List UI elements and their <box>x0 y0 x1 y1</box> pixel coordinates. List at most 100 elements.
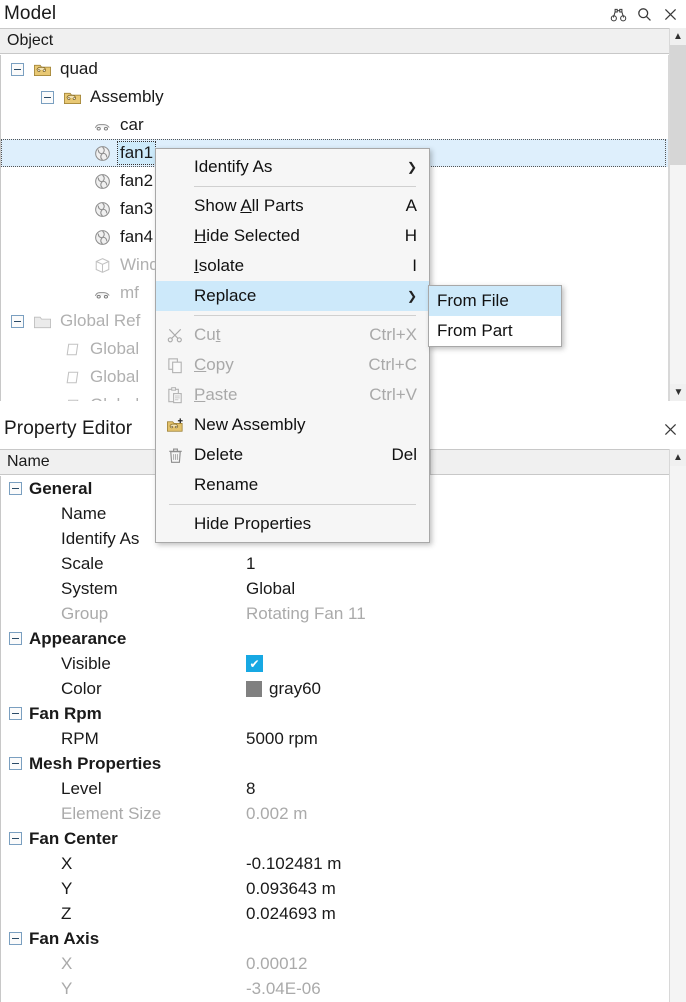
property-value-cell[interactable]: 0.00012 <box>246 954 307 974</box>
property-row[interactable]: X-0.102481 m <box>1 851 669 876</box>
model-tree-scrollbar[interactable]: ▲ ▼ <box>669 28 686 401</box>
menu-item-show-all-parts[interactable]: Show All PartsA <box>156 191 429 221</box>
property-value-cell[interactable]: Rotating Fan 11 <box>246 604 366 624</box>
close-icon[interactable] <box>662 421 679 438</box>
menu-item-rename[interactable]: Rename <box>156 470 429 500</box>
menu-item-delete[interactable]: DeleteDel <box>156 440 429 470</box>
property-value-cell[interactable]: -0.102481 m <box>246 854 341 874</box>
menu-item-hide-properties[interactable]: Hide Properties <box>156 509 429 539</box>
binoculars-icon[interactable] <box>610 6 627 23</box>
property-row[interactable]: Y-3.04E-06 <box>1 976 669 1001</box>
property-name-label: Scale <box>61 554 104 574</box>
tree-item[interactable]: Assembly <box>1 83 668 111</box>
replace-submenu[interactable]: From File From Part <box>428 285 562 347</box>
property-row[interactable]: Z0.024693 m <box>1 901 669 926</box>
menu-item-label: Show All Parts <box>194 196 382 216</box>
menu-item-copy[interactable]: CopyCtrl+C <box>156 350 429 380</box>
property-row[interactable]: Level8 <box>1 776 669 801</box>
collapse-toggle-icon[interactable] <box>9 632 22 645</box>
scroll-down-icon[interactable]: ▼ <box>670 384 686 401</box>
search-icon[interactable] <box>636 6 653 23</box>
chevron-right-icon: ❯ <box>387 289 417 303</box>
collapse-toggle-icon[interactable] <box>9 482 22 495</box>
property-row[interactable]: GroupRotating Fan 11 <box>1 601 669 626</box>
model-column-header: Object <box>0 28 686 54</box>
collapse-toggle-icon[interactable] <box>11 63 24 76</box>
menu-item-new-assembly[interactable]: New Assembly <box>156 410 429 440</box>
property-row[interactable]: Element Size0.002 m <box>1 801 669 826</box>
submenu-item-label: From File <box>437 291 549 311</box>
property-name-label: General <box>29 479 92 499</box>
tree-item[interactable]: quad <box>1 55 668 83</box>
visible-checkbox[interactable]: ✔ <box>246 655 263 672</box>
menu-separator <box>194 315 416 316</box>
scroll-up-icon[interactable]: ▲ <box>670 449 686 466</box>
submenu-item-from-file[interactable]: From File <box>429 286 561 316</box>
fan-icon <box>91 172 113 191</box>
menu-item-label: Replace <box>194 286 387 306</box>
expander-spacer <box>71 259 84 272</box>
tree-item-label: fan4 <box>118 226 155 248</box>
property-name-label: X <box>61 954 72 974</box>
collapse-toggle-icon[interactable] <box>9 832 22 845</box>
property-value-cell[interactable]: 1 <box>246 554 255 574</box>
menu-item-isolate[interactable]: IsolateI <box>156 251 429 281</box>
model-tree-scroll-thumb[interactable] <box>670 45 686 165</box>
menu-item-accelerator: A <box>382 196 417 216</box>
property-grid-scrollbar[interactable]: ▲ <box>669 449 686 1002</box>
context-menu[interactable]: Identify As❯Show All PartsAHide Selected… <box>155 148 430 543</box>
assembly-folder-icon <box>61 88 83 107</box>
property-group-row[interactable]: Fan Center <box>1 826 669 851</box>
property-group-row[interactable]: Appearance <box>1 626 669 651</box>
menu-item-hide-selected[interactable]: Hide SelectedH <box>156 221 429 251</box>
menu-item-label: New Assembly <box>194 415 417 435</box>
property-row[interactable]: Scale 1 <box>1 551 669 576</box>
property-value-cell[interactable]: 0.093643 m <box>246 879 336 899</box>
property-column-divider[interactable] <box>430 450 431 474</box>
expander-spacer <box>71 231 84 244</box>
menu-item-accelerator: Ctrl+X <box>345 325 417 345</box>
property-row[interactable]: RPM5000 rpm <box>1 726 669 751</box>
property-row[interactable]: Visible ✔ <box>1 651 669 676</box>
collapse-toggle-icon[interactable] <box>9 932 22 945</box>
property-value-cell[interactable]: 5000 rpm <box>246 729 318 749</box>
property-row[interactable]: Y 0.093643 m <box>1 876 669 901</box>
property-name-label: Fan Rpm <box>29 704 102 724</box>
submenu-item-from-part[interactable]: From Part <box>429 316 561 346</box>
collapse-toggle-icon[interactable] <box>9 707 22 720</box>
property-grid[interactable]: GeneralNameIdentify AsScale1SystemGlobal… <box>0 476 669 1002</box>
property-value-cell[interactable]: 0.024693 m <box>246 904 336 924</box>
collapse-toggle-icon[interactable] <box>9 757 22 770</box>
menu-item-cut[interactable]: CutCtrl+X <box>156 320 429 350</box>
property-group-row[interactable]: Fan Axis <box>1 926 669 951</box>
property-editor-title: Property Editor <box>0 418 132 440</box>
property-group-row[interactable]: Fan Rpm <box>1 701 669 726</box>
expander-spacer <box>71 175 84 188</box>
collapse-toggle-icon[interactable] <box>41 91 54 104</box>
property-value-cell[interactable]: -3.04E-06 <box>246 979 321 999</box>
property-row[interactable]: X 0.00012 <box>1 951 669 976</box>
menu-item-accelerator: I <box>388 256 417 276</box>
property-value-cell[interactable]: ✔ <box>246 655 263 672</box>
menu-item-replace[interactable]: Replace❯ <box>156 281 429 311</box>
property-group-row[interactable]: Mesh Properties <box>1 751 669 776</box>
property-name-label: Name <box>61 504 106 524</box>
property-value-cell[interactable]: gray60 <box>246 679 321 699</box>
property-name-cell: Fan Axis <box>1 929 99 949</box>
property-row[interactable]: Colorgray60 <box>1 676 669 701</box>
scroll-up-icon[interactable]: ▲ <box>670 28 686 45</box>
menu-item-identify-as[interactable]: Identify As❯ <box>156 152 429 182</box>
property-name-cell: Appearance <box>1 629 126 649</box>
property-value-cell[interactable]: 8 <box>246 779 255 799</box>
tree-item[interactable]: car <box>1 111 668 139</box>
property-name-cell: Visible <box>1 654 111 674</box>
collapse-toggle-icon[interactable] <box>11 315 24 328</box>
property-value-cell[interactable]: Global <box>246 579 295 599</box>
property-value-cell[interactable]: 0.002 m <box>246 804 307 824</box>
property-row[interactable]: SystemGlobal <box>1 576 669 601</box>
menu-item-paste[interactable]: PasteCtrl+V <box>156 380 429 410</box>
property-name-label: Y <box>61 879 72 899</box>
tree-item-label: fan2 <box>118 170 155 192</box>
color-swatch[interactable] <box>246 681 262 697</box>
close-icon[interactable] <box>662 6 679 23</box>
